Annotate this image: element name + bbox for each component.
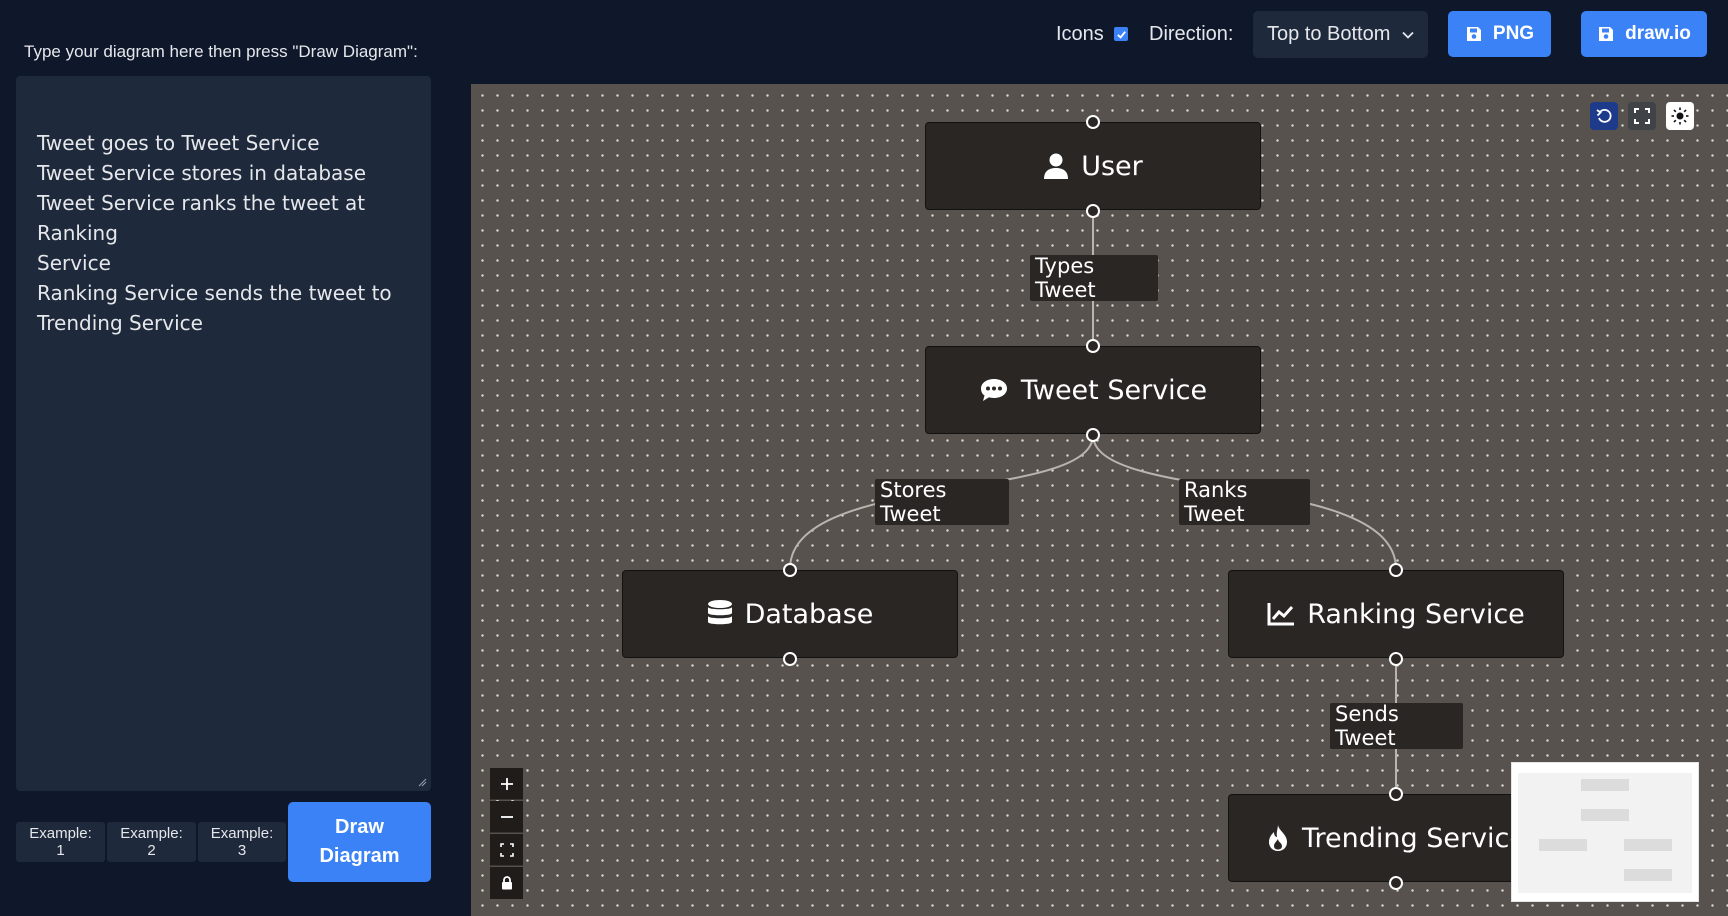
fit-view-icon xyxy=(499,842,514,857)
fire-icon xyxy=(1268,825,1287,851)
node-user[interactable]: User xyxy=(925,122,1261,210)
node-label: Trending Service xyxy=(1301,822,1526,854)
database-icon xyxy=(707,600,732,625)
minimap[interactable] xyxy=(1511,762,1699,902)
node-tweet-service[interactable]: Tweet Service xyxy=(925,346,1261,434)
connection-handle[interactable] xyxy=(1086,204,1100,218)
node-label: Database xyxy=(744,598,874,630)
connection-handle[interactable] xyxy=(1389,652,1403,666)
zoom-in-button[interactable] xyxy=(490,768,523,800)
editor-line: Tweet Service ranks the tweet at Ranking xyxy=(37,191,366,245)
theme-toggle-button[interactable] xyxy=(1666,102,1694,130)
connection-handle[interactable] xyxy=(783,652,797,666)
expand-icon xyxy=(1634,108,1650,124)
checkmark-icon xyxy=(1116,30,1126,39)
fullscreen-button[interactable] xyxy=(1628,102,1656,130)
chevron-down-icon xyxy=(1402,31,1414,39)
fit-view-button[interactable] xyxy=(490,834,523,866)
edge-label-ranks-tweet: Ranks Tweet xyxy=(1179,478,1310,526)
sun-icon xyxy=(1671,107,1689,125)
icons-toggle-label: Icons xyxy=(1056,23,1104,45)
minimap-node xyxy=(1581,809,1629,821)
draw-diagram-button[interactable]: Draw Diagram xyxy=(288,802,431,882)
zoom-out-button[interactable] xyxy=(490,801,523,833)
connection-handle[interactable] xyxy=(1389,787,1403,801)
editor-line: Tweet Service stores in database xyxy=(37,161,367,185)
connection-handle[interactable] xyxy=(783,563,797,577)
minimap-node xyxy=(1624,869,1672,881)
user-icon xyxy=(1044,153,1069,179)
icons-checkbox[interactable] xyxy=(1114,27,1128,41)
direction-label: Direction: xyxy=(1149,23,1234,45)
node-label: Tweet Service xyxy=(1020,374,1208,406)
edge-label-sends-tweet: Sends Tweet xyxy=(1330,702,1463,750)
png-button-label: PNG xyxy=(1492,23,1535,44)
prompt-label: Type your diagram here then press "Draw … xyxy=(24,42,418,61)
example-3-button[interactable]: Example: 3 xyxy=(198,822,286,862)
draw-button-line2: Diagram xyxy=(319,845,400,867)
node-label: Ranking Service xyxy=(1307,598,1525,630)
minimap-node xyxy=(1581,779,1629,791)
diagram-canvas[interactable]: User Tweet Service Database Ranking Serv… xyxy=(471,84,1728,916)
chat-bubble-icon xyxy=(980,379,1007,401)
export-png-button[interactable]: PNG xyxy=(1448,11,1551,57)
minimap-viewport xyxy=(1518,773,1692,893)
save-icon xyxy=(1599,27,1614,41)
direction-select[interactable]: Top to Bottom xyxy=(1253,11,1428,58)
connection-handle[interactable] xyxy=(1389,876,1403,890)
connection-handle[interactable] xyxy=(1086,428,1100,442)
rotate-ccw-icon xyxy=(1596,108,1612,123)
editor-line: Ranking Service sends the tweet to xyxy=(37,281,392,305)
example-2-button[interactable]: Example: 2 xyxy=(107,822,196,862)
node-database[interactable]: Database xyxy=(622,570,958,658)
direction-select-value: Top to Bottom xyxy=(1267,23,1391,45)
diagram-text-editor[interactable]: Tweet goes to Tweet Service Tweet Servic… xyxy=(16,76,431,791)
minus-icon xyxy=(500,815,513,818)
minimap-node xyxy=(1624,839,1672,851)
connection-handle[interactable] xyxy=(1389,563,1403,577)
reset-layout-button[interactable] xyxy=(1590,102,1618,130)
connection-handle[interactable] xyxy=(1086,339,1100,353)
drawio-button-label: draw.io xyxy=(1625,23,1691,44)
lock-toggle-button[interactable] xyxy=(490,867,523,899)
export-drawio-button[interactable]: draw.io xyxy=(1581,11,1707,57)
plus-icon xyxy=(500,777,513,790)
draw-button-line1: Draw xyxy=(335,816,384,838)
edge-label-types-tweet: Types Tweet xyxy=(1030,254,1158,302)
example-1-button[interactable]: Example: 1 xyxy=(16,822,105,862)
node-ranking-service[interactable]: Ranking Service xyxy=(1228,570,1564,658)
resize-handle-icon[interactable] xyxy=(417,777,427,787)
editor-line: Trending Service xyxy=(37,311,203,335)
node-label: User xyxy=(1081,150,1143,182)
lock-icon xyxy=(501,876,512,890)
editor-line: Tweet goes to Tweet Service xyxy=(37,131,320,155)
chart-line-icon xyxy=(1267,603,1295,626)
edge-label-stores-tweet: Stores Tweet xyxy=(875,478,1009,526)
minimap-node xyxy=(1539,839,1587,851)
editor-line: Service xyxy=(37,251,111,275)
save-icon xyxy=(1466,27,1481,41)
connection-handle[interactable] xyxy=(1086,115,1100,129)
